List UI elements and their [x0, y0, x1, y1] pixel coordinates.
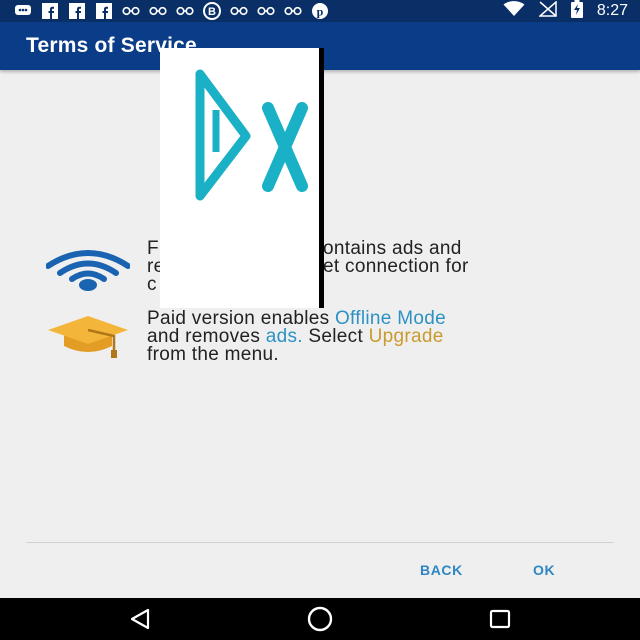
pinterest-icon: p [311, 2, 329, 20]
wifi-icon [45, 246, 131, 300]
overlay-ad[interactable]: DX [160, 48, 324, 308]
wifi-icon [503, 0, 525, 22]
glasses-icon [284, 2, 302, 20]
ok-button[interactable]: OK [533, 562, 555, 578]
facebook-icon [41, 2, 59, 20]
facebook-icon [68, 2, 86, 20]
svg-text:B: B [208, 6, 216, 18]
paid-version-text: Paid version enables Offline Mode and re… [147, 309, 587, 365]
facebook-icon [95, 2, 113, 20]
text-fragment: from the menu. [147, 344, 279, 365]
status-time: 8:27 [596, 2, 628, 19]
navigation-bar [0, 598, 640, 640]
graduation-cap-icon [46, 312, 130, 366]
signal-icon [537, 0, 557, 22]
dx-logo-icon [195, 69, 308, 201]
battery-charging-icon [570, 0, 583, 23]
glasses-icon [230, 2, 248, 20]
back-icon[interactable] [126, 606, 154, 632]
glasses-icon [122, 2, 140, 20]
upgrade-link[interactable]: Upgrade [369, 326, 444, 347]
status-bar: B p 8:27 [0, 0, 640, 22]
b-icon: B [203, 2, 221, 20]
text-fragment: c [147, 274, 157, 295]
notification-icons: B p [14, 2, 329, 20]
text-fragment: et connection for [323, 256, 469, 277]
glasses-icon [149, 2, 167, 20]
chat-icon [14, 2, 32, 20]
home-icon[interactable] [306, 606, 334, 632]
divider [26, 542, 614, 543]
glasses-icon [257, 2, 275, 20]
back-button[interactable]: BACK [420, 562, 463, 578]
text-fragment: Select [302, 326, 369, 347]
svg-text:p: p [317, 5, 324, 19]
recents-icon[interactable] [486, 606, 514, 632]
system-status: 8:27 [503, 0, 628, 22]
glasses-icon [176, 2, 194, 20]
